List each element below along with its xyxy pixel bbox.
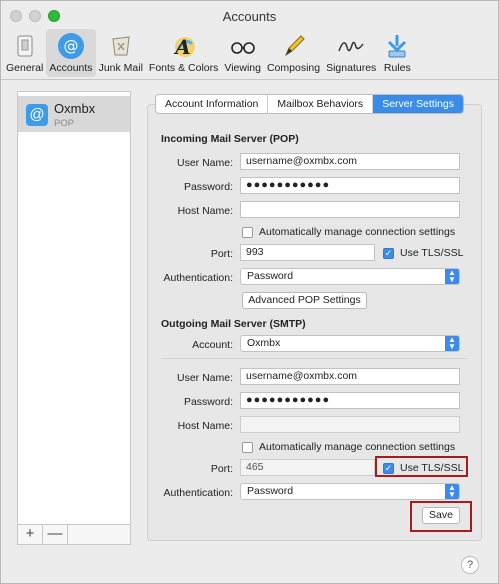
toolbar-rules[interactable]: Rules xyxy=(379,29,415,77)
outgoing-auth-select[interactable]: Password ▲ ▼ xyxy=(240,483,460,500)
toolbar-label: Junk Mail xyxy=(98,62,143,74)
outgoing-hostname-label: Host Name: xyxy=(177,420,233,432)
server-settings-panel: Incoming Mail Server (POP) User Name: us… xyxy=(147,104,482,541)
chevron-updown-icon: ▲ ▼ xyxy=(445,484,459,499)
save-highlight-box xyxy=(410,501,472,532)
incoming-auto-manage-checkbox[interactable]: Automatically manage connection settings xyxy=(242,226,455,238)
switch-icon xyxy=(10,32,40,60)
glasses-icon xyxy=(228,32,258,60)
toolbar-label: General xyxy=(6,62,44,74)
settings-tabs: Account Information Mailbox Behaviors Se… xyxy=(155,94,464,114)
accounts-list: @ Oxmbx POP xyxy=(17,91,131,544)
incoming-username-field[interactable]: username@oxmbx.com xyxy=(240,153,460,170)
incoming-port-field[interactable]: 993 xyxy=(240,244,375,261)
account-list-controls: + — xyxy=(17,524,131,545)
tab-server-settings[interactable]: Server Settings xyxy=(373,95,463,113)
tab-account-information[interactable]: Account Information xyxy=(156,95,269,113)
checkbox-box xyxy=(242,226,253,238)
toolbar-label: Rules xyxy=(383,62,411,74)
incoming-hostname-label: Host Name: xyxy=(177,205,233,217)
outgoing-hostname-field[interactable] xyxy=(240,416,460,433)
tls-highlight-box xyxy=(375,456,468,477)
incoming-tls-checkbox[interactable]: ✓ Use TLS/SSL xyxy=(383,247,463,259)
add-account-button[interactable]: + xyxy=(18,525,43,544)
outgoing-account-label: Account: xyxy=(192,339,233,351)
outgoing-auto-manage-checkbox[interactable]: Automatically manage connection settings xyxy=(242,441,455,453)
outgoing-account-value: Oxmbx xyxy=(247,337,281,349)
incoming-port-label: Port: xyxy=(210,248,233,260)
account-type: POP xyxy=(54,118,75,129)
svg-text:@: @ xyxy=(63,37,78,55)
outgoing-port-field[interactable]: 465 xyxy=(240,459,375,476)
outgoing-password-field[interactable]: ●●●●●●●●●●● xyxy=(240,392,460,409)
incoming-section-title: Incoming Mail Server (POP) xyxy=(161,133,299,145)
toolbar-label: Viewing xyxy=(224,62,261,74)
outgoing-account-select[interactable]: Oxmbx ▲ ▼ xyxy=(240,335,460,352)
checkbox-box xyxy=(242,441,253,453)
outgoing-password-label: Password: xyxy=(183,396,233,408)
window-title: Accounts xyxy=(222,9,277,24)
toolbar-label: Signatures xyxy=(326,62,377,74)
checkmark-icon: ✓ xyxy=(383,247,394,259)
accounts-window: Accounts General @ Accounts Junk Mail A … xyxy=(0,0,499,584)
font-icon: A xyxy=(169,32,199,60)
toolbar-composing[interactable]: Composing xyxy=(264,29,323,77)
help-button[interactable]: ? xyxy=(461,556,479,574)
advanced-pop-settings-button[interactable]: Advanced POP Settings xyxy=(242,292,367,309)
account-list-item[interactable]: @ Oxmbx POP xyxy=(18,96,130,132)
outgoing-auth-label: Authentication: xyxy=(163,487,233,499)
incoming-auth-select[interactable]: Password ▲ ▼ xyxy=(240,268,460,285)
account-name: Oxmbx xyxy=(54,101,96,116)
at-icon: @ xyxy=(26,104,48,126)
outgoing-auto-manage-label: Automatically manage connection settings xyxy=(259,441,456,453)
toolbar-signatures[interactable]: Signatures xyxy=(323,29,379,77)
incoming-password-field[interactable]: ●●●●●●●●●●● xyxy=(240,177,460,194)
rules-icon xyxy=(382,32,412,60)
remove-account-button[interactable]: — xyxy=(43,525,68,544)
signature-icon xyxy=(336,32,366,60)
incoming-password-label: Password: xyxy=(183,181,233,193)
toolbar-divider xyxy=(1,79,498,80)
outgoing-username-field[interactable]: username@oxmbx.com xyxy=(240,368,460,385)
outgoing-auth-value: Password xyxy=(247,485,294,497)
incoming-tls-label: Use TLS/SSL xyxy=(400,247,464,259)
tab-mailbox-behaviors[interactable]: Mailbox Behaviors xyxy=(268,95,374,113)
outgoing-username-label: User Name: xyxy=(176,372,233,384)
section-separator xyxy=(162,358,467,359)
pencil-icon xyxy=(279,32,309,60)
chevron-updown-icon: ▲ ▼ xyxy=(445,269,459,284)
toolbar-general[interactable]: General xyxy=(3,29,46,77)
toolbar-label: Accounts xyxy=(49,62,93,74)
svg-text:A: A xyxy=(173,35,191,59)
preferences-toolbar: General @ Accounts Junk Mail A Fonts & C… xyxy=(1,27,498,77)
toolbar-viewing[interactable]: Viewing xyxy=(221,29,264,77)
toolbar-accounts[interactable]: @ Accounts xyxy=(46,29,96,77)
incoming-hostname-field[interactable] xyxy=(240,201,460,218)
chevron-updown-icon: ▲ ▼ xyxy=(445,336,459,351)
outgoing-section-title: Outgoing Mail Server (SMTP) xyxy=(161,318,306,330)
incoming-auth-value: Password xyxy=(247,270,294,282)
incoming-auth-label: Authentication: xyxy=(163,272,233,284)
incoming-auto-manage-label: Automatically manage connection settings xyxy=(259,226,456,238)
toolbar-junk-mail[interactable]: Junk Mail xyxy=(96,29,146,77)
incoming-username-label: User Name: xyxy=(176,157,233,169)
toolbar-label: Fonts & Colors xyxy=(148,62,219,74)
toolbar-fonts-colors[interactable]: A Fonts & Colors xyxy=(146,29,221,77)
trash-icon xyxy=(106,32,136,60)
at-icon: @ xyxy=(56,32,86,60)
outgoing-port-label: Port: xyxy=(210,463,233,475)
toolbar-label: Composing xyxy=(266,62,321,74)
